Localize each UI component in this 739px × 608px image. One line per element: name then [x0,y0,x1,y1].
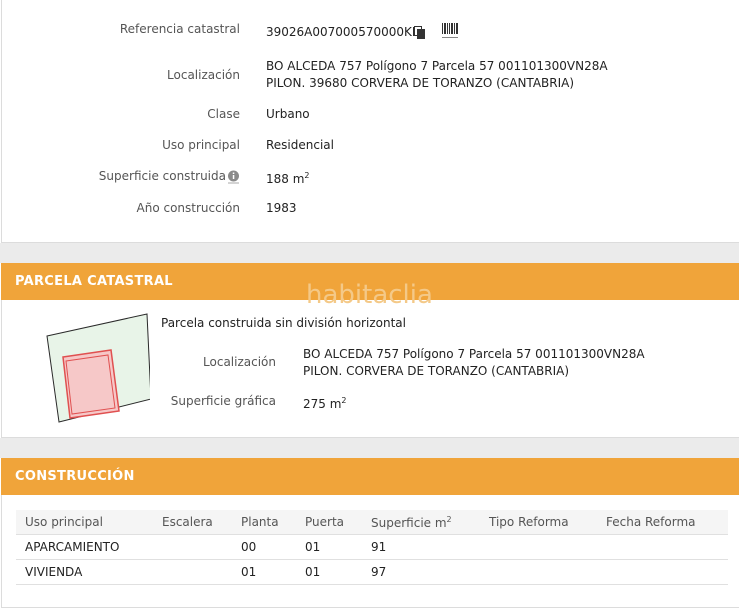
section-gap [0,243,739,263]
clase-value: Urbano [266,107,310,121]
parcela-localizacion-line1: BO ALCEDA 757 Polígono 7 Parcela 57 0011… [303,347,645,361]
localizacion-line1: BO ALCEDA 757 Polígono 7 Parcela 57 0011… [266,59,608,73]
construccion-header: CONSTRUCCIÓN [1,458,739,495]
copy-icon[interactable] [414,26,426,42]
superficie-construida-label: Superficie construida [99,169,226,183]
uso-principal-label: Uso principal [162,138,240,152]
col-planta: Planta [232,510,296,535]
section-gap-2 [0,438,739,458]
col-fecha-reforma: Fecha Reforma [597,510,728,535]
table-row: APARCAMIENTO 00 01 91 [16,534,728,560]
cell-superficie: 91 [362,534,480,560]
construccion-title: CONSTRUCCIÓN [15,469,135,484]
referencia-label: Referencia catastral [119,22,240,36]
parcela-localizacion-line2: PILON. CORVERA DE TORANZO (CANTABRIA) [303,364,570,378]
col-superficie: Superficie m2 [362,510,480,535]
superficie-grafica-number: 275 m [303,397,342,411]
col-superficie-label: Superficie m [371,515,447,530]
superficie-construida-value: 188 m2 [266,168,310,187]
cell-puerta: 01 [296,559,362,585]
cell-uso: VIVIENDA [16,559,153,585]
superficie-construida-number: 188 m [266,172,305,186]
cell-escalera [153,534,232,560]
cell-tipo-reforma [480,559,597,585]
table-row: VIVIENDA 01 01 97 [16,559,728,585]
cell-fecha-reforma [597,559,728,585]
cell-escalera [153,559,232,585]
superficie-construida-text: Superficie construida [98,169,226,183]
superficie-construida-exp: 2 [304,171,310,180]
table-header-row: Uso principal Escalera Planta Puerta Sup… [16,510,728,535]
superficie-grafica-label: Superficie gráfica [170,394,276,408]
parcela-description: Parcela construida sin división horizont… [161,316,406,330]
col-superficie-exp: 2 [446,514,452,524]
localizacion-line2: PILON. 39680 CORVERA DE TORANZO (CANTABR… [266,76,575,90]
anio-construccion-label: Año construcción [136,201,241,215]
col-puerta: Puerta [296,510,362,535]
localizacion-label: Localización [167,68,240,82]
parcel-map [46,313,150,423]
superficie-grafica-value: 275 m2 [303,393,347,412]
barcode-icon[interactable] [441,23,459,42]
cell-superficie: 97 [362,559,480,585]
construccion-table: Uso principal Escalera Planta Puerta Sup… [16,510,728,585]
clase-label: Clase [207,107,240,121]
anio-construccion-value: 1983 [266,201,297,215]
referencia-value: 39026A007000570000KM [266,24,422,40]
parcela-localizacion-label: Localización [203,355,276,369]
cell-fecha-reforma [597,534,728,560]
superficie-grafica-exp: 2 [341,396,347,405]
info-icon[interactable] [227,170,240,187]
col-uso-principal: Uso principal [16,510,153,535]
watermark: habitaclia [306,280,433,310]
cell-puerta: 01 [296,534,362,560]
col-escalera: Escalera [153,510,232,535]
uso-principal-value: Residencial [266,138,334,152]
referencia-text[interactable]: 39026A007000570000KM [266,25,422,39]
cell-uso: APARCAMIENTO [16,534,153,560]
parcela-title: PARCELA CATASTRAL [15,274,173,289]
cell-planta: 01 [232,559,296,585]
col-tipo-reforma: Tipo Reforma [480,510,597,535]
cell-planta: 00 [232,534,296,560]
cell-tipo-reforma [480,534,597,560]
